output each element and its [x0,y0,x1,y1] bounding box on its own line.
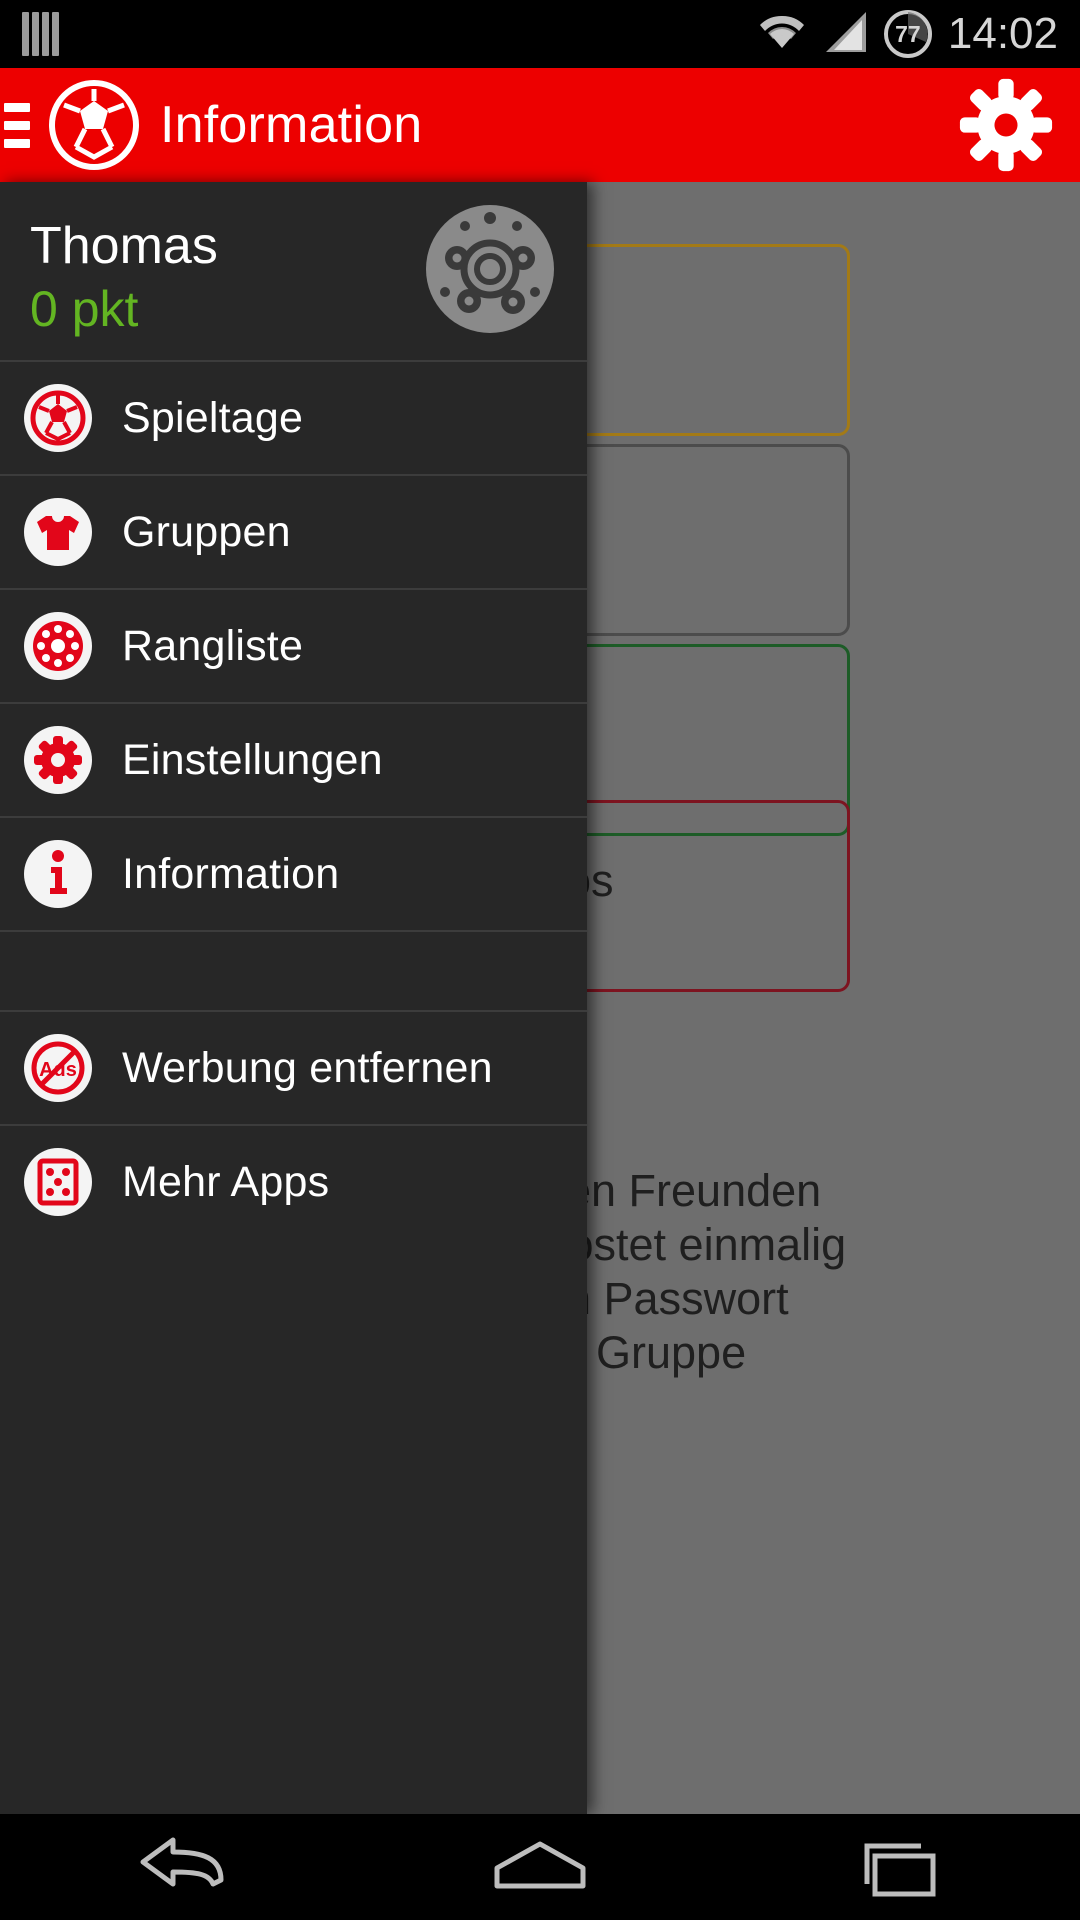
page-title: Information [160,96,423,154]
gear-icon [24,726,92,794]
status-bar-clock: 14:02 [947,9,1058,58]
drawer-item-gruppen[interactable]: Gruppen [0,476,587,588]
recent-apps-icon[interactable] [825,1822,975,1912]
user-name: Thomas [30,217,218,275]
drawer-item-label: Rangliste [122,621,304,670]
drawer-item-einstellungen[interactable]: Einstellungen [0,704,587,816]
navigation-drawer: Thomas 0 pkt Spieltage Gruppen Rangliste… [0,182,587,1814]
status-bar: 77 14:02 [0,0,1080,68]
drawer-item-mehr-apps[interactable]: Mehr Apps [0,1126,587,1238]
gear-icon[interactable] [958,77,1054,173]
soccer-ball-icon [46,77,142,173]
dice-icon [24,1148,92,1216]
battery-icon: 77 [882,8,934,60]
status-bar-right: 77 14:02 [756,8,1058,60]
status-bar-left [22,12,59,56]
soccer-ball-icon [24,384,92,452]
info-icon [24,840,92,908]
system-navigation-bar [0,1814,1080,1920]
action-bar: Information [0,68,1080,182]
back-arrow-icon[interactable] [105,1822,255,1912]
bg-fragment-2: kostet einmalig [546,1219,847,1270]
drawer-item-label: Mehr Apps [122,1157,330,1206]
jersey-shirt-icon [24,498,92,566]
no-ads-icon: Ads [24,1034,92,1102]
bg-fragment-3: n Passwort [566,1273,789,1324]
bg-fragment-1: en Freunden [566,1165,822,1216]
home-icon[interactable] [465,1822,615,1912]
drawer-item-spieltage[interactable]: Spieltage [0,362,587,474]
medal-dotted-icon [24,612,92,680]
user-points: 0 pkt [30,281,139,337]
battery-level-text: 77 [895,20,921,47]
sim-card-icon [22,12,59,56]
drawer-section-spacer [0,932,587,1010]
drawer-header[interactable]: Thomas 0 pkt [0,182,587,360]
drawer-item-label: Werbung entfernen [122,1043,493,1092]
bg-fragment-4: Gruppe [596,1327,747,1378]
drawer-item-label: Spieltage [122,393,304,442]
drawer-item-label: Information [122,849,340,898]
cellular-signal-icon [822,10,868,59]
android-screen: 77 14:02 Information os en Freunden kost… [0,0,1080,1920]
drawer-item-werbung-entfernen[interactable]: Ads Werbung entfernen [0,1012,587,1124]
medal-ball-icon [417,196,563,342]
drawer-item-label: Einstellungen [122,735,383,784]
hamburger-menu-icon[interactable] [4,94,30,156]
wifi-icon [756,10,808,59]
drawer-item-information[interactable]: Information [0,818,587,930]
drawer-item-rangliste[interactable]: Rangliste [0,590,587,702]
drawer-item-label: Gruppen [122,507,291,556]
